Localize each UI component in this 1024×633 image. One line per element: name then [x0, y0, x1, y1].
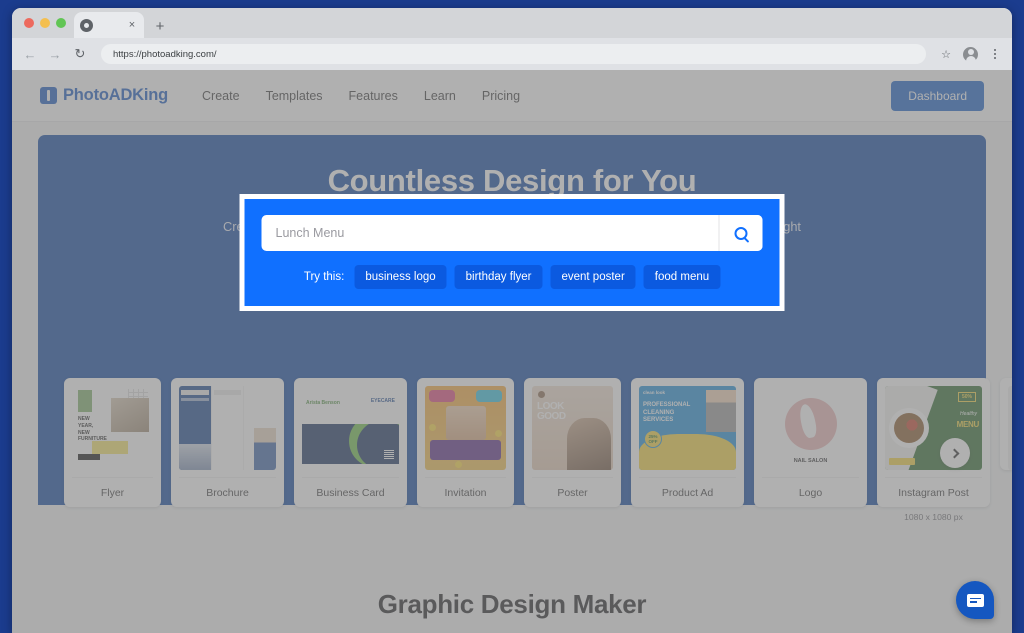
card-label: Flyer	[72, 477, 153, 507]
browser-tab[interactable]: ×	[74, 12, 144, 38]
chat-message-icon	[966, 593, 984, 607]
template-cards-row: NEW YEAR, NEW FURNITURE Flyer Brochure A…	[38, 378, 1012, 522]
forward-icon[interactable]: →	[47, 46, 63, 62]
business-card-thumbnail-image: Arista Benson EYECARE	[302, 386, 399, 470]
partial-thumbnail-image	[1008, 386, 1012, 470]
logo-thumbnail-image: NAIL SALON	[762, 386, 859, 470]
logo-text: PhotoADKing	[63, 86, 169, 104]
template-card-brochure[interactable]: Brochure	[171, 378, 284, 507]
nav-item-features[interactable]: Features	[349, 89, 398, 103]
close-window-button[interactable]	[24, 18, 34, 28]
dashboard-button[interactable]: Dashboard	[891, 80, 984, 111]
address-bar[interactable]: https://photoadking.com/	[101, 44, 926, 64]
search-input[interactable]	[261, 215, 719, 251]
main-navigation: Create Templates Features Learn Pricing	[202, 89, 520, 103]
reload-icon[interactable]: ↻	[72, 46, 88, 62]
card-label: Invitation	[425, 477, 506, 507]
search-bar	[261, 215, 763, 251]
try-this-label: Try this:	[303, 271, 345, 283]
suggestion-chip-birthday-flyer[interactable]: birthday flyer	[454, 265, 543, 289]
browser-window: × + ← → ↻ https://photoadking.com/ ☆ Pho…	[12, 8, 1012, 633]
nav-item-create[interactable]: Create	[202, 89, 240, 103]
card-label: Poster	[532, 477, 613, 507]
template-card-flyer[interactable]: NEW YEAR, NEW FURNITURE Flyer	[64, 378, 161, 507]
chevron-right-icon	[949, 448, 959, 458]
card-label: Brochure	[179, 477, 276, 507]
maximize-window-button[interactable]	[56, 18, 66, 28]
flyer-thumbnail-image: NEW YEAR, NEW FURNITURE	[72, 386, 153, 470]
card-label: Business Card	[302, 477, 399, 507]
suggestion-chip-food-menu[interactable]: food menu	[643, 265, 721, 289]
nav-item-templates[interactable]: Templates	[266, 89, 323, 103]
card-label: Product Ad	[639, 477, 736, 507]
new-tab-button[interactable]: +	[152, 19, 168, 34]
nav-item-learn[interactable]: Learn	[424, 89, 456, 103]
instagram-post-dimensions: 1080 x 1080 px	[904, 512, 963, 522]
tab-close-icon[interactable]: ×	[126, 19, 138, 31]
search-highlight-box: Try this: business logo birthday flyer e…	[239, 194, 785, 311]
card-label: Instagram Post	[885, 477, 982, 507]
page-viewport: PhotoADKing Create Templates Features Le…	[12, 70, 1012, 633]
site-logo[interactable]: PhotoADKing	[40, 86, 168, 105]
template-card-instagram-post[interactable]: 50% Healthy MENU Instagram Post	[877, 378, 990, 507]
browser-tab-strip: × +	[12, 8, 1012, 38]
card-label: Logo	[762, 477, 859, 507]
suggestion-chip-event-poster[interactable]: event poster	[550, 265, 636, 289]
search-icon	[734, 226, 748, 240]
try-this-row: Try this: business logo birthday flyer e…	[262, 265, 763, 289]
product-ad-thumbnail-image: clean look PROFESSIONAL CLEANING SERVICES …	[639, 386, 736, 470]
lower-section-heading: Graphic Design Maker	[377, 589, 647, 619]
logo-mark-icon	[40, 87, 57, 104]
bookmark-star-icon[interactable]: ☆	[939, 47, 953, 61]
browser-menu-icon[interactable]	[988, 47, 1002, 61]
search-submit-button[interactable]	[718, 215, 763, 251]
minimize-window-button[interactable]	[40, 18, 50, 28]
brochure-thumbnail-image	[179, 386, 276, 470]
profile-avatar-icon[interactable]	[963, 46, 978, 62]
hero-section: Countless Design for You Create a stunni…	[38, 135, 1012, 522]
toolbar-icons: ☆	[939, 46, 1002, 62]
template-card-logo[interactable]: NAIL SALON Logo	[754, 378, 867, 507]
template-card-invitation[interactable]: Invitation	[417, 378, 514, 507]
back-icon[interactable]: ←	[22, 46, 38, 62]
nav-item-pricing[interactable]: Pricing	[482, 89, 520, 103]
template-card-next-partial[interactable]	[1000, 378, 1012, 470]
lower-section: Graphic Design Maker Make professional g…	[12, 567, 1012, 633]
template-card-business-card[interactable]: Arista Benson EYECARE Business Card	[294, 378, 407, 507]
carousel-next-button[interactable]	[940, 438, 970, 468]
poster-thumbnail-image: LOOK GOOD	[532, 386, 613, 470]
suggestion-chip-business-logo[interactable]: business logo	[354, 265, 447, 289]
chat-widget-button[interactable]	[956, 581, 994, 619]
invitation-thumbnail-image	[425, 386, 506, 470]
search-panel: Try this: business logo birthday flyer e…	[244, 199, 780, 306]
address-bar-url: https://photoadking.com/	[113, 48, 217, 60]
browser-toolbar: ← → ↻ https://photoadking.com/ ☆	[12, 38, 1012, 70]
favicon-icon	[80, 18, 93, 32]
template-card-instagram-post-wrapper: 50% Healthy MENU Instagram Post 1080 x 1…	[877, 378, 990, 522]
desktop-background: × + ← → ↻ https://photoadking.com/ ☆ Pho…	[0, 0, 1024, 633]
template-card-product-ad[interactable]: clean look PROFESSIONAL CLEANING SERVICES …	[631, 378, 744, 507]
template-card-poster[interactable]: LOOK GOOD Poster	[524, 378, 621, 507]
site-header: PhotoADKing Create Templates Features Le…	[12, 70, 1012, 122]
window-controls	[22, 8, 74, 38]
